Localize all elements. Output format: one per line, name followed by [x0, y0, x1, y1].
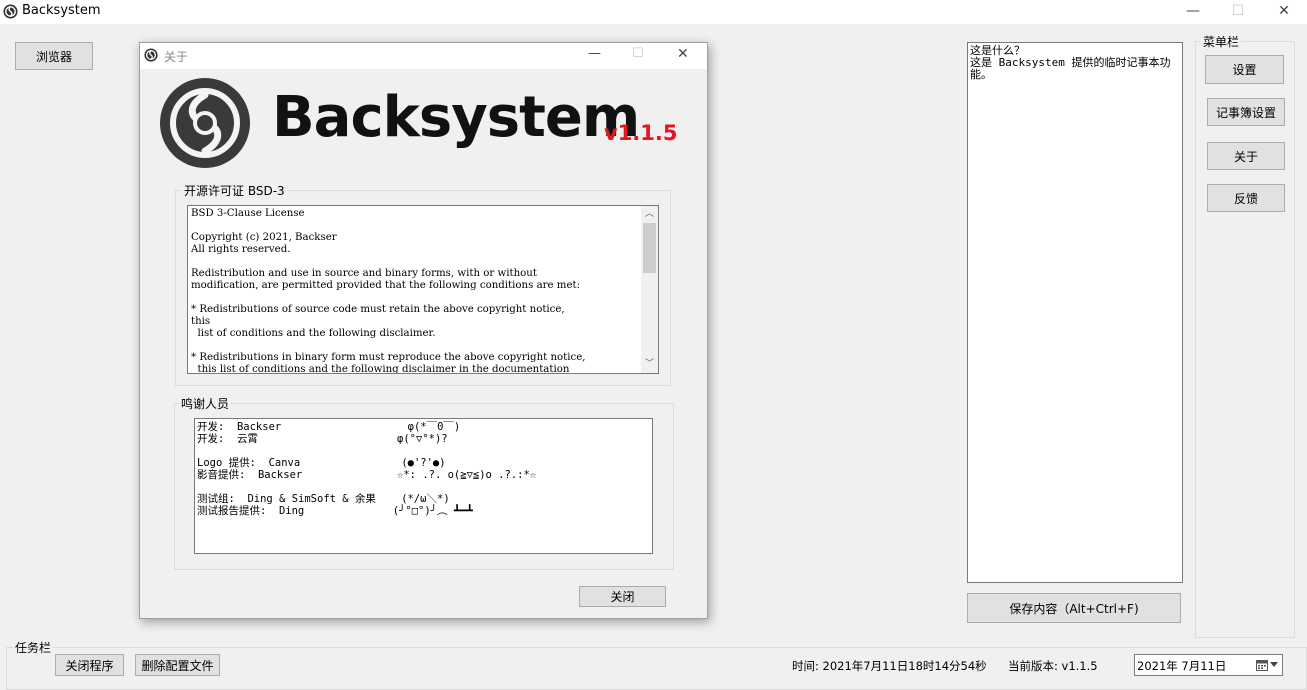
license-group-label: 开源许可证 BSD-3	[182, 182, 287, 199]
date-picker[interactable]: 2021年 7月11日	[1134, 654, 1283, 676]
chevron-down-icon[interactable]	[1270, 662, 1278, 668]
browser-button[interactable]: 浏览器	[15, 42, 93, 70]
credits-textbox[interactable]: 开发: Backser φ(*￣0￣) 开发: 云霄 φ(°▽°*)? Logo…	[194, 418, 653, 554]
note-content: 这是什么？ 这是 Backsystem 提供的临时记事本功能。	[970, 44, 1171, 81]
license-text: BSD 3-Clause License Copyright (c) 2021,…	[191, 208, 586, 374]
about-dialog-titlebar: 关于 — ☐ ✕	[140, 43, 707, 69]
settings-button[interactable]: 设置	[1205, 55, 1284, 84]
license-textbox[interactable]: BSD 3-Clause License Copyright (c) 2021,…	[187, 205, 659, 374]
menu-group-label: 菜单栏	[1201, 33, 1242, 50]
about-maximize-button: ☐	[632, 46, 644, 61]
note-textarea[interactable]: 这是什么？ 这是 Backsystem 提供的临时记事本功能。	[967, 42, 1183, 583]
version-label: v1.1.5	[604, 121, 678, 145]
time-label: 时间: 2021年7月11日18时14分54秒	[792, 659, 987, 673]
license-scrollbar[interactable]: ︿ ﹀	[641, 206, 658, 373]
calendar-icon[interactable]	[1256, 659, 1268, 671]
close-program-button[interactable]: 关闭程序	[55, 654, 124, 676]
date-value: 2021年 7月11日	[1137, 659, 1227, 673]
about-minimize-button[interactable]: —	[588, 46, 608, 61]
save-note-button[interactable]: 保存内容（Alt+Ctrl+F)	[967, 593, 1181, 623]
scroll-down-icon[interactable]: ﹀	[641, 356, 658, 373]
backsystem-logo-icon	[160, 78, 250, 168]
close-button[interactable]: ✕	[1261, 0, 1307, 24]
scroll-up-icon[interactable]: ︿	[641, 206, 658, 223]
version-status: 当前版本: v1.1.5	[1008, 659, 1098, 673]
credits-text: 开发: Backser φ(*￣0￣) 开发: 云霄 φ(°▽°*)? Logo…	[197, 421, 537, 517]
scrollbar-thumb[interactable]	[643, 223, 656, 273]
minimize-button[interactable]: —	[1170, 0, 1216, 24]
feedback-button[interactable]: 反馈	[1207, 184, 1285, 212]
window-title: Backsystem	[22, 3, 101, 18]
brand-title: Backsystem	[272, 85, 640, 150]
about-close-button[interactable]: 关闭	[579, 586, 666, 607]
app-logo-icon	[3, 4, 18, 19]
credits-group-label: 鸣谢人员	[179, 395, 232, 412]
about-dialog: 关于 — ☐ ✕ Backsystem v1.1.5 开源许可证 BSD-3 B…	[139, 42, 708, 619]
notebook-settings-button[interactable]: 记事簿设置	[1207, 98, 1285, 126]
about-dialog-title: 关于	[164, 50, 189, 64]
maximize-button: ☐	[1231, 3, 1245, 19]
about-button[interactable]: 关于	[1207, 142, 1285, 170]
app-logo-icon	[144, 48, 158, 62]
about-close-icon[interactable]: ✕	[677, 46, 697, 62]
menu-group	[1195, 41, 1295, 638]
delete-config-button[interactable]: 删除配置文件	[135, 654, 220, 676]
window-titlebar: Backsystem — ☐ ✕	[0, 0, 1307, 24]
taskbar-group-label: 任务栏	[13, 639, 54, 656]
